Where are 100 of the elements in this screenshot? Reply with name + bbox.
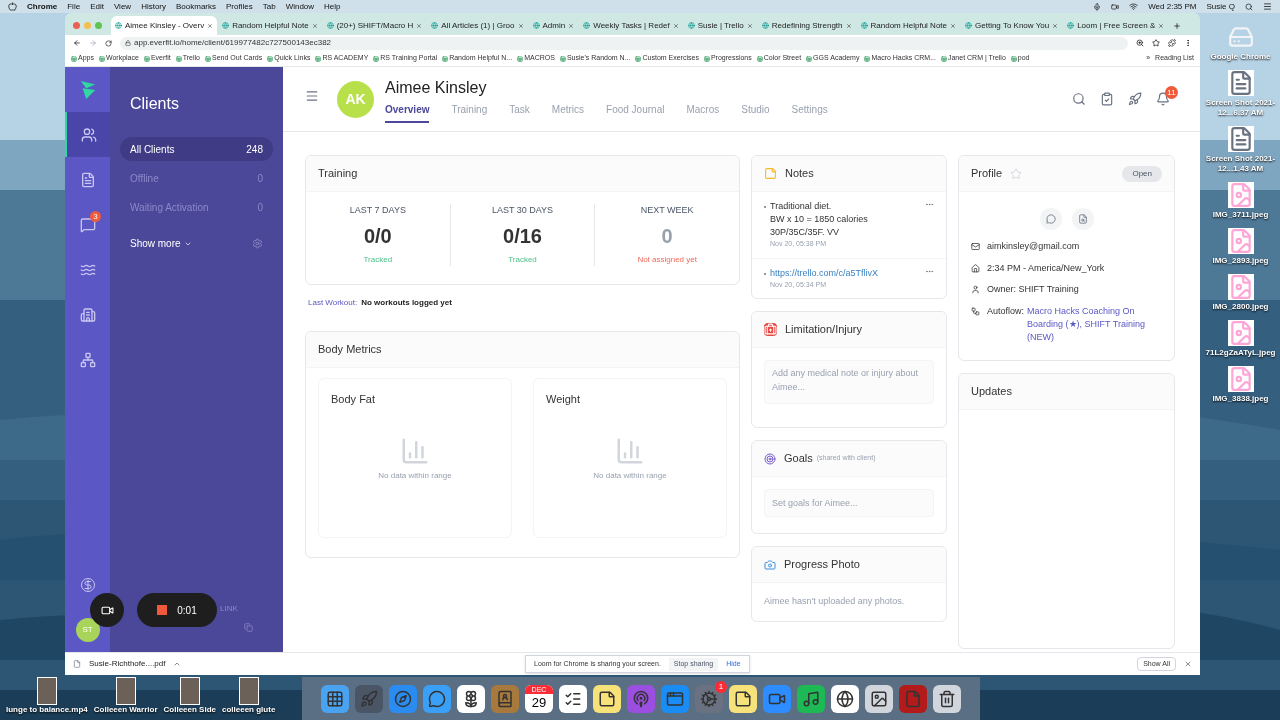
image-file-icon[interactable]: [1227, 366, 1254, 392]
compass-icon[interactable]: [394, 689, 412, 708]
image-file-icon[interactable]: [1227, 320, 1254, 346]
file-label[interactable]: lunge to balance.mp4: [6, 705, 88, 715]
dock-app-button[interactable]: [831, 684, 859, 713]
menu-item[interactable]: Tab: [262, 0, 276, 13]
close-window-button[interactable]: [73, 21, 80, 29]
gear-icon[interactable]: [700, 689, 718, 708]
menu-item[interactable]: Help: [324, 0, 341, 13]
wifi-icon[interactable]: [1129, 2, 1139, 11]
menu-item[interactable]: Bookmarks: [176, 0, 217, 13]
metric-card[interactable]: Body Fat No data within range: [318, 378, 512, 538]
dock-app-button[interactable]: [865, 684, 893, 713]
browser-tab[interactable]: Random Helpful Note: [218, 16, 322, 35]
new-tab-icon[interactable]: [1173, 22, 1182, 30]
dock-app-button[interactable]: [457, 684, 485, 713]
browser-tab[interactable]: Aimee Kinsley - Overv: [111, 16, 218, 35]
file-label[interactable]: IMG_2800.jpeg: [1201, 302, 1280, 312]
apple-icon[interactable]: [8, 2, 17, 11]
nav-item[interactable]: [65, 112, 110, 157]
file-label[interactable]: Colleeen Side: [163, 705, 216, 715]
search-icon[interactable]: [1072, 92, 1086, 106]
file-label[interactable]: Colleeen Warrior: [93, 705, 158, 715]
app-window-icon[interactable]: [666, 689, 684, 708]
file-label[interactable]: IMG_2893.jpeg: [1201, 256, 1280, 266]
close-tab-icon[interactable]: [950, 22, 956, 29]
browser-tab[interactable]: Admin: [528, 16, 579, 35]
podcast-icon[interactable]: [632, 689, 650, 708]
music-icon[interactable]: [802, 689, 820, 708]
address-book-icon[interactable]: [496, 689, 514, 708]
bell-icon[interactable]: [1156, 92, 1170, 106]
user-menu[interactable]: Susie Q: [1206, 0, 1235, 13]
recording-timer[interactable]: 0:01: [137, 593, 217, 627]
browser-tab[interactable]: Random Helpful Note: [856, 16, 960, 35]
grid-icon[interactable]: [326, 689, 344, 708]
file-label[interactable]: colleeen glute: [222, 705, 276, 715]
sticky-note-icon[interactable]: [734, 689, 752, 708]
menu-icon[interactable]: [305, 89, 319, 103]
browser-tab[interactable]: Weekly Tasks | Redef: [579, 16, 683, 35]
goals-field[interactable]: Set goals for Aimee...: [764, 489, 934, 517]
close-tab-icon[interactable]: [1052, 22, 1059, 29]
page-tab[interactable]: Overview: [385, 101, 430, 123]
file-label[interactable]: 71L2gZaATyL.jpeg: [1201, 348, 1280, 358]
file-label[interactable]: IMG_3838.jpeg: [1201, 394, 1280, 404]
reload-icon[interactable]: [105, 39, 112, 47]
rocket-icon[interactable]: [1128, 92, 1142, 106]
close-icon[interactable]: [1184, 660, 1192, 668]
clipboard-icon[interactable]: [1100, 92, 1114, 106]
close-tab-icon[interactable]: [1158, 22, 1165, 29]
close-tab-icon[interactable]: [845, 22, 852, 29]
menu-item[interactable]: File: [67, 0, 81, 13]
back-icon[interactable]: [73, 39, 81, 47]
document-icon[interactable]: [1227, 70, 1254, 96]
chat-button[interactable]: [1039, 208, 1062, 230]
file-label[interactable]: IMG_3711.jpeg: [1201, 210, 1280, 220]
browser-tab[interactable]: Susie | Trello: [683, 16, 757, 35]
menu-item[interactable]: Profiles: [226, 0, 253, 13]
chevron-up-icon[interactable]: [173, 660, 182, 668]
browser-tab[interactable]: Loom | Free Screen &: [1063, 16, 1169, 35]
close-tab-icon[interactable]: [416, 22, 423, 29]
dock-app-button[interactable]: [933, 684, 961, 713]
logo-icon[interactable]: [78, 78, 97, 101]
chat-bubble-icon[interactable]: [428, 689, 446, 708]
document-button[interactable]: [1071, 208, 1094, 230]
video-thumbnail[interactable]: [36, 677, 57, 705]
menu-icon[interactable]: [1263, 2, 1272, 11]
menu-item[interactable]: Window: [285, 0, 315, 13]
star-icon[interactable]: [1152, 39, 1160, 47]
menu-item[interactable]: History: [141, 0, 166, 13]
document-icon[interactable]: [1227, 126, 1254, 152]
dock-app-button[interactable]: [729, 684, 757, 713]
video-camera-icon[interactable]: [1111, 2, 1120, 11]
video-thumbnail[interactable]: [115, 677, 136, 705]
video-thumbnail[interactable]: [238, 677, 259, 705]
notepad-icon[interactable]: [598, 689, 616, 708]
menu-item[interactable]: Chrome: [27, 0, 58, 13]
browser-tab[interactable]: Getting To Know You: [961, 16, 1063, 35]
extensions-icon[interactable]: [1168, 39, 1176, 47]
show-more-button[interactable]: Show more: [130, 236, 192, 251]
close-tab-icon[interactable]: [568, 22, 575, 29]
browser-tab[interactable]: All Articles (1) | Groo: [427, 16, 528, 35]
menu-item[interactable]: View: [113, 0, 132, 13]
download-item[interactable]: Susie-Richthofe....pdf: [89, 658, 166, 670]
metric-card[interactable]: Weight No data within range: [533, 378, 727, 538]
photo-icon[interactable]: [870, 689, 888, 708]
open-button[interactable]: Open: [1122, 165, 1162, 182]
close-tab-icon[interactable]: [517, 22, 524, 29]
close-tab-icon[interactable]: [207, 22, 214, 29]
filter-item[interactable]: All Clients 248: [120, 137, 273, 161]
image-file-icon[interactable]: [1227, 182, 1254, 208]
injury-field[interactable]: Add any medical note or injury about Aimee...: [764, 360, 934, 404]
more-icon[interactable]: [1184, 39, 1192, 47]
microphone-icon[interactable]: [1093, 2, 1102, 11]
video-thumbnail[interactable]: [179, 677, 200, 705]
search-icon[interactable]: [1245, 2, 1253, 11]
flower-icon[interactable]: [462, 689, 480, 708]
image-file-icon[interactable]: [1227, 274, 1254, 300]
note-link[interactable]: https://trello.com/c/a5TflivX: [770, 266, 921, 280]
dock-app-button[interactable]: [559, 684, 587, 713]
close-tab-icon[interactable]: [672, 22, 679, 29]
